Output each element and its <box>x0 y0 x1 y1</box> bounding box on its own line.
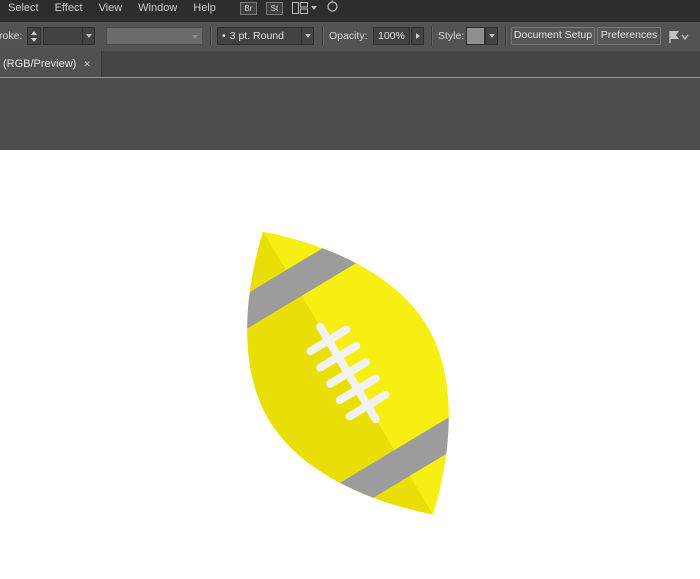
style-dropdown-button[interactable] <box>485 27 498 45</box>
menu-window[interactable]: Window <box>130 1 185 15</box>
chevron-down-icon <box>192 35 198 39</box>
stepper-up-icon <box>31 31 37 35</box>
brush-definition-field[interactable]: • 3 pt. Round <box>217 27 302 45</box>
stepper-down-icon <box>31 38 37 42</box>
document-tab-bar: (RGB/Preview) ✕ <box>0 51 700 78</box>
brush-definition-value: 3 pt. Round <box>230 28 284 44</box>
sync-icon[interactable] <box>326 0 339 16</box>
panel-flyout-icon[interactable] <box>664 27 692 45</box>
chevron-down-icon <box>86 34 92 38</box>
document-tab-label: (RGB/Preview) <box>3 58 76 70</box>
document-setup-button[interactable]: Document Setup <box>511 27 595 45</box>
stroke-label: roke: <box>0 30 22 42</box>
document-tab[interactable]: (RGB/Preview) ✕ <box>0 51 102 77</box>
app-bar-tools: Br St <box>240 1 339 15</box>
chevron-down-icon <box>311 6 317 10</box>
opacity-input[interactable]: 100% <box>373 27 410 45</box>
workspace-switcher-icon[interactable] <box>292 2 317 14</box>
menu-effect[interactable]: Effect <box>47 1 91 15</box>
artboard-canvas[interactable] <box>0 150 700 579</box>
style-label: Style: <box>438 30 464 42</box>
stroke-weight-stepper[interactable] <box>27 27 41 45</box>
separator <box>505 26 506 46</box>
style-swatch[interactable] <box>466 27 485 45</box>
artwork-layer <box>0 150 700 579</box>
width-profile-dropdown[interactable] <box>106 27 203 45</box>
close-icon[interactable]: ✕ <box>83 59 91 70</box>
separator <box>431 26 432 46</box>
brush-bullet: • <box>222 28 226 44</box>
pasteboard <box>0 78 700 150</box>
separator <box>210 26 211 46</box>
control-bar: roke: • 3 pt. Round Opacity: 100% Style:… <box>0 22 700 52</box>
football-artwork[interactable] <box>177 180 518 566</box>
separator <box>322 26 323 46</box>
layout-grid-icon <box>292 2 308 14</box>
menu-select[interactable]: Select <box>0 1 47 15</box>
chevron-right-icon <box>416 33 420 39</box>
opacity-flyout-button[interactable] <box>411 27 424 45</box>
stroke-weight-dropdown-button[interactable] <box>82 27 95 45</box>
stock-button[interactable]: St <box>266 2 283 15</box>
menu-bar: Select Effect View Window Help Br St <box>0 0 700 22</box>
menu-view[interactable]: View <box>91 1 131 15</box>
stroke-weight-input[interactable] <box>43 27 83 45</box>
opacity-label: Opacity: <box>329 30 368 42</box>
brush-dropdown-button[interactable] <box>301 27 314 45</box>
bridge-button[interactable]: Br <box>240 2 257 15</box>
menu-help[interactable]: Help <box>185 1 224 15</box>
chevron-down-icon <box>489 34 495 38</box>
chevron-down-icon <box>305 34 311 38</box>
preferences-button[interactable]: Preferences <box>597 27 661 45</box>
